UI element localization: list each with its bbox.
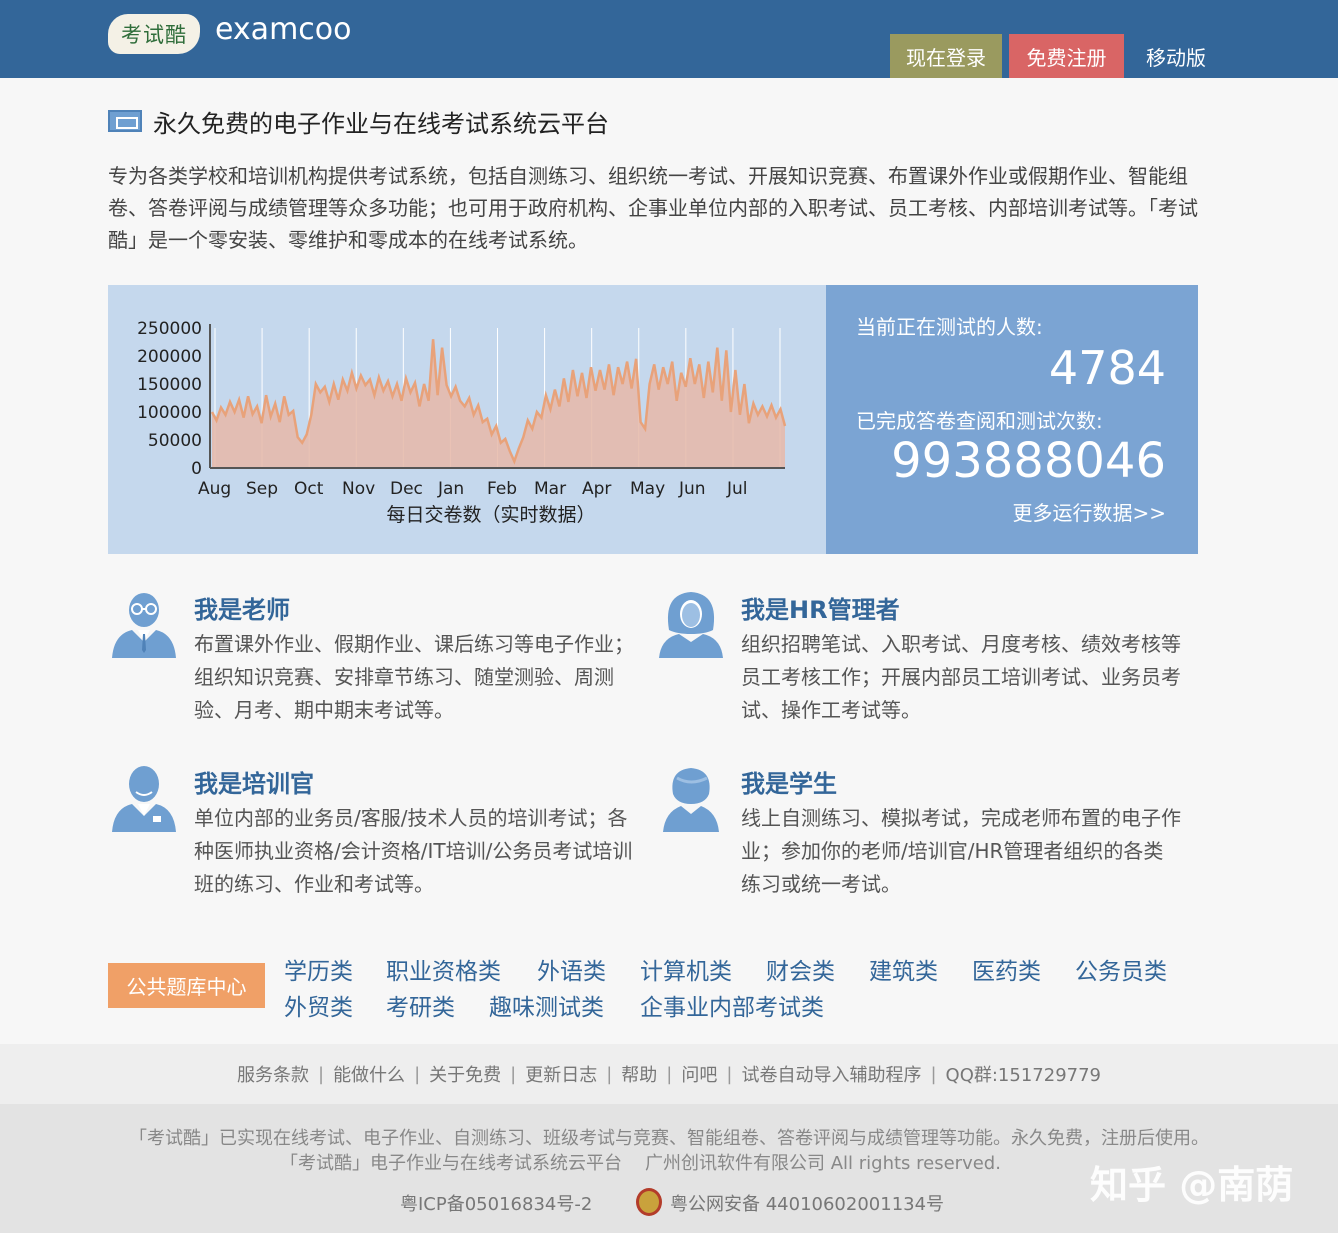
footer-copyright: 广州创讯软件有限公司 All rights reserved. [645, 1153, 1001, 1174]
chart-x-tick-label: Mar [534, 479, 566, 499]
footer-platform-name: 「考试酷」电子作业与在线考试系统云平台 [280, 1153, 622, 1174]
chart-x-tick-label: Jan [437, 479, 464, 499]
top-header: 考试酷 examcoo 现在登录 免费注册 移动版 [0, 0, 1338, 78]
category-link[interactable]: 考研类 [386, 988, 455, 1022]
role-teacher-title[interactable]: 我是老师 [194, 590, 290, 625]
icp-license-link[interactable]: 粤ICP备05016834号-2 [400, 1190, 592, 1216]
chart-x-tick-label: Jun [678, 479, 706, 499]
more-stats-link[interactable]: 更多运行数据>> [1012, 497, 1166, 526]
separator: | [510, 1063, 517, 1085]
teacher-avatar-icon [112, 593, 176, 658]
category-link[interactable]: 趣味测试类 [489, 988, 604, 1022]
role-hr-title[interactable]: 我是HR管理者 [741, 590, 900, 625]
separator: | [414, 1063, 421, 1085]
category-link[interactable]: 医药类 [972, 952, 1041, 986]
chart-y-tick-label: 150000 [137, 375, 202, 395]
footer-link[interactable]: 问吧 [681, 1061, 717, 1087]
role-hr-desc: 组织招聘笔试、入职考试、月度考核、绩效考核等员工考核工作；开展内部员工培训考试、… [741, 632, 1181, 722]
chart-x-tick-label: Aug [198, 479, 231, 499]
chart-x-tick-label: Dec [390, 479, 423, 499]
footer-link[interactable]: 帮助 [621, 1061, 657, 1087]
category-link[interactable]: 计算机类 [640, 952, 732, 986]
footer-info: 「考试酷」已实现在线考试、电子作业、自测练习、班级考试与竞赛、智能组卷、答卷评阅… [0, 1104, 1338, 1233]
category-link[interactable]: 职业资格类 [386, 952, 501, 986]
separator: | [666, 1063, 673, 1085]
police-record-link[interactable]: 粤公网安备 44010602001134号 [670, 1190, 944, 1216]
role-teacher-desc: 布置课外作业、假期作业、课后练习等电子作业；组织知识竞赛、安排章节练习、随堂测验… [194, 632, 634, 722]
category-link[interactable]: 学历类 [284, 952, 353, 986]
chart-y-tick-label: 200000 [137, 347, 202, 367]
category-link[interactable]: 企事业内部考试类 [640, 988, 824, 1022]
total-tests-label: 已完成答卷查阅和测试次数: [856, 409, 1103, 433]
chart-y-tick-label: 100000 [137, 403, 202, 423]
role-trainer-title[interactable]: 我是培训官 [194, 764, 314, 799]
chart-x-tick-label: Nov [342, 479, 375, 499]
chart-y-tick-label: 0 [191, 459, 202, 479]
role-trainer-desc: 单位内部的业务员/客服/技术人员的培训考试；各种医师执业资格/会计资格/IT培训… [194, 806, 633, 896]
trainer-avatar-icon [112, 766, 176, 832]
zhihu-watermark: 知乎 @南荫 [1090, 1163, 1294, 1207]
chart-y-tick-label: 250000 [137, 319, 202, 339]
separator: | [930, 1063, 937, 1085]
hr-avatar-icon [659, 592, 723, 658]
chart-series-area [212, 339, 785, 468]
current-testers-value: 4784 [1048, 341, 1166, 395]
student-avatar-icon [663, 768, 719, 832]
register-button[interactable]: 免费注册 [1009, 34, 1124, 78]
stats-panel: 当前正在测试的人数: 4784 已完成答卷查阅和测试次数: 993888046 … [826, 285, 1198, 554]
daily-submission-chart: 250000 200000 150000 100000 50000 0 Aug Sep Oct N… [108, 285, 826, 554]
logo-mark: 考试酷 [121, 23, 187, 47]
category-link[interactable]: 财会类 [766, 952, 835, 986]
footer-link[interactable]: 更新日志 [525, 1061, 597, 1087]
total-tests-value: 993888046 [891, 433, 1166, 489]
chart-x-tick-label: Feb [487, 479, 517, 499]
edit-icon [108, 110, 142, 132]
footer-link[interactable]: 试卷自动导入辅助程序 [741, 1061, 921, 1087]
mobile-version-link[interactable]: 移动版 [1130, 34, 1222, 78]
page-title: 永久免费的电子作业与在线考试系统云平台 [153, 110, 609, 138]
separator: | [317, 1063, 325, 1085]
separator: | [606, 1063, 613, 1085]
footer-link[interactable]: 能做什么 [333, 1061, 405, 1087]
chart-y-tick-label: 50000 [148, 431, 202, 451]
chart-x-tick-label: May [630, 479, 665, 499]
site-logo[interactable]: 考试酷 [108, 14, 200, 54]
chart-x-tick-label: Jul [726, 479, 748, 499]
login-button[interactable]: 现在登录 [890, 34, 1002, 78]
question-bank-badge[interactable]: 公共题库中心 [108, 963, 265, 1008]
role-student-title[interactable]: 我是学生 [741, 764, 837, 799]
footer-link[interactable]: 服务条款 [237, 1061, 309, 1087]
footer-summary: 「考试酷」已实现在线考试、电子作业、自测练习、班级考试与竞赛、智能组卷、答卷评阅… [129, 1128, 1209, 1149]
footer-link[interactable]: 关于免费 [429, 1061, 501, 1087]
footer-links: 服务条款 | 能做什么 | 关于免费 | 更新日志 | 帮助 | 问吧 | 试卷自动导入辅助… [0, 1044, 1338, 1104]
chart-x-tick-label: Oct [294, 479, 324, 499]
category-link[interactable]: 建筑类 [869, 952, 938, 986]
separator: | [726, 1063, 733, 1085]
footer-qq-group: QQ群:151729779 [945, 1065, 1102, 1086]
category-link[interactable]: 外贸类 [284, 988, 353, 1022]
role-student-desc: 线上自测练习、模拟考试，完成老师布置的电子作业；参加你的老师/培训官/HR管理者… [741, 806, 1181, 896]
police-badge-icon [636, 1188, 662, 1216]
logo-text[interactable]: examcoo [215, 12, 352, 47]
intro-description: 专为各类学校和培训机构提供考试系统，包括自测练习、组织统一考试、开展知识竞赛、布… [108, 164, 1198, 252]
chart-svg: 250000 200000 150000 100000 50000 0Aug Sep Oct N… [137, 319, 787, 526]
chart-x-axis-label: 每日交卷数（实时数据） [386, 504, 595, 526]
chart-x-tick-label: Apr [582, 479, 611, 499]
category-link[interactable]: 公务员类 [1075, 952, 1167, 986]
category-link[interactable]: 外语类 [537, 952, 606, 986]
chart-x-tick-label: Sep [246, 479, 278, 499]
current-testers-label: 当前正在测试的人数: [856, 315, 1043, 339]
